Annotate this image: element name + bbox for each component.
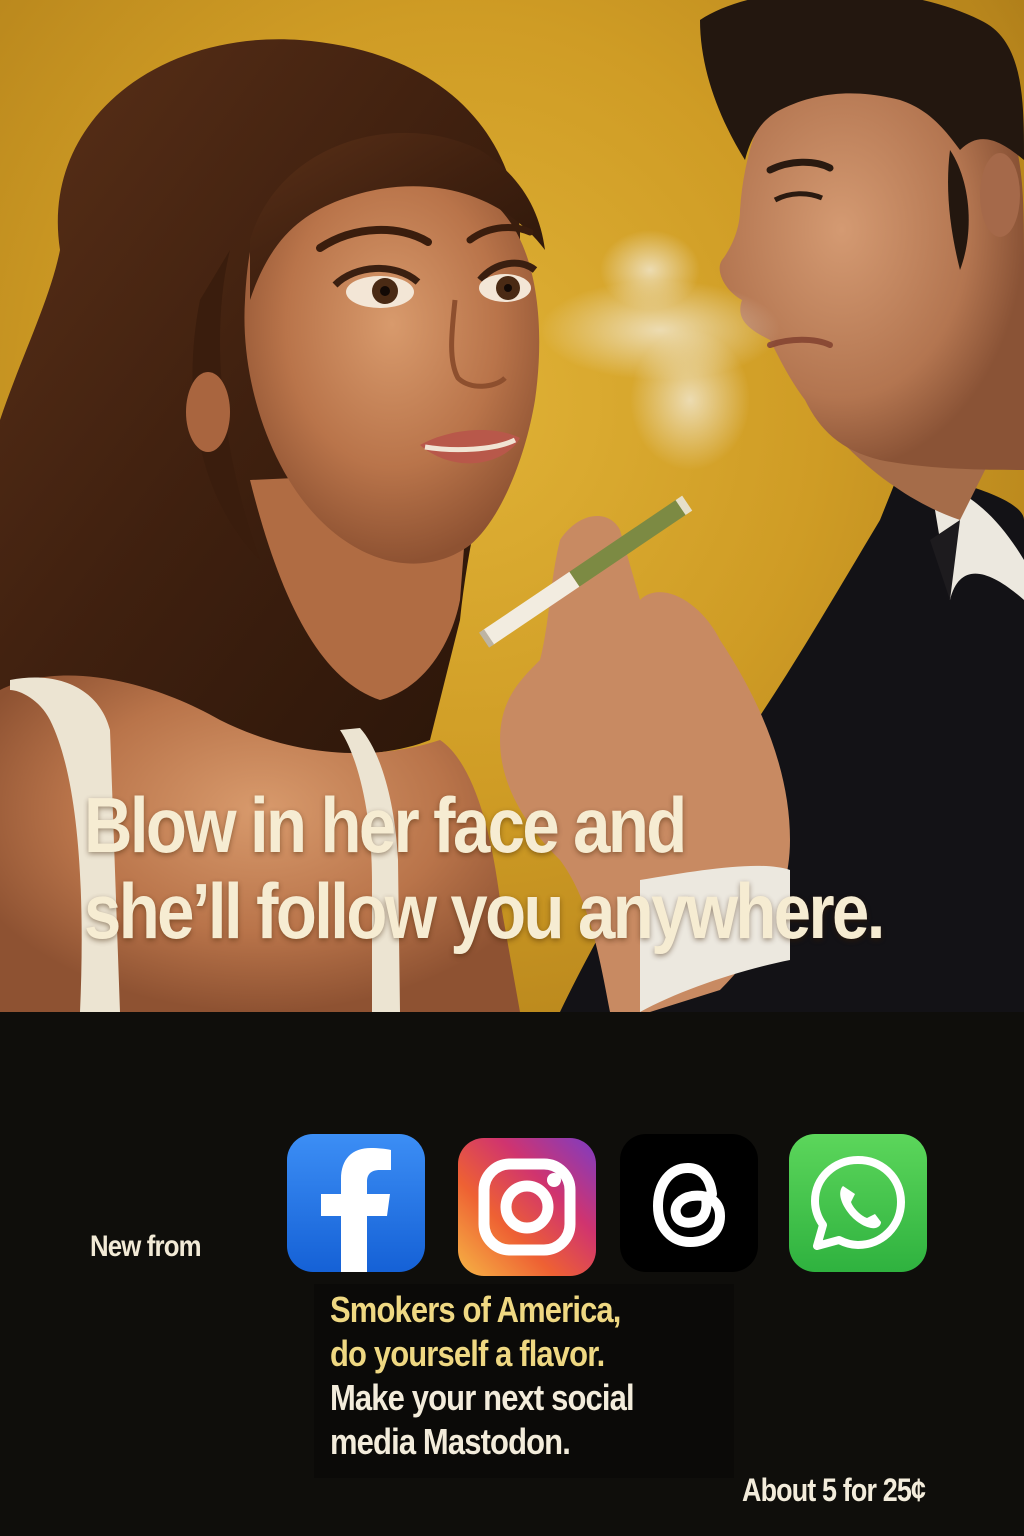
photo-area: Blow in her face and she’ll follow you a… — [0, 0, 1024, 1012]
tagline-line-4: media Mastodon. — [330, 1421, 571, 1462]
new-from-label: New from — [90, 1230, 202, 1263]
price-label: About 5 for 25¢ — [742, 1472, 926, 1508]
headline: Blow in her face and she’ll follow you a… — [84, 781, 885, 955]
threads-icon — [620, 1134, 758, 1272]
whatsapp-icon — [789, 1134, 927, 1272]
tagline-line-3: Make your next social — [330, 1377, 635, 1418]
instagram-icon — [458, 1138, 596, 1276]
facebook-icon — [287, 1134, 425, 1272]
poster: Blow in her face and she’ll follow you a… — [0, 0, 1024, 1536]
tagline-line-2: do yourself a flavor. — [330, 1333, 605, 1374]
tagline-box: Smokers of America, do yourself a flavor… — [314, 1284, 734, 1478]
headline-line-2: she’ll follow you anywhere. — [84, 867, 885, 955]
tagline-line-1: Smokers of America, — [330, 1289, 621, 1330]
headline-line-1: Blow in her face and — [84, 781, 687, 869]
